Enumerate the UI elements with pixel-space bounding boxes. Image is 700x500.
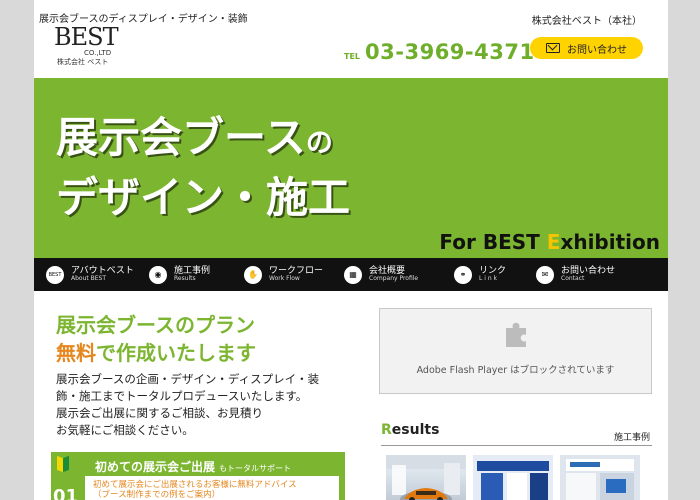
- nav-item-workflow[interactable]: ✋ ワークフロー Work Flow: [232, 258, 332, 291]
- camera-icon: ◉: [149, 265, 167, 284]
- nav-item-results[interactable]: ◉ 施工事例 Results: [137, 258, 232, 291]
- intro-heading-2-highlight: 無料: [56, 341, 96, 365]
- contact-button[interactable]: お問い合わせ: [530, 37, 643, 59]
- booth-photo-2: [473, 455, 553, 500]
- hero-title-line1-particle: の: [305, 128, 333, 159]
- box01-title-small: もトータルサポート: [219, 464, 292, 473]
- nav-item-sublabel: L i n k: [479, 275, 498, 283]
- nav-item-sublabel: Contact: [561, 275, 585, 283]
- result-thumbnail-1[interactable]: [386, 455, 466, 500]
- tel-number: 03-3969-4371: [365, 40, 535, 64]
- result-thumbnail-2[interactable]: [473, 455, 553, 500]
- nav-item-contact[interactable]: ✉ お問い合わせ Contact: [524, 258, 668, 291]
- site-header: 展示会ブースのディスプレイ・デザイン・装飾 BEST CO.,LTD 株式会社 …: [34, 0, 668, 78]
- intro-heading-1: 展示会ブースのプラン: [56, 313, 255, 337]
- hero-subtitle-prefix: For BEST: [439, 230, 547, 254]
- flash-placeholder[interactable]: Adobe Flash Player はブロックされています: [379, 308, 652, 394]
- main-content: 展示会ブースのプラン 無料で作成いたします 展示会ブースの企画・デザイン・ディス…: [34, 291, 668, 500]
- hero-title-line1: 展示会ブースの: [56, 104, 333, 165]
- logo-co-text: CO.,LTD: [84, 49, 112, 57]
- intro-paragraph: 展示会ブースの企画・デザイン・ディスプレイ・装 飾・施工までトータルプロデュース…: [56, 371, 356, 439]
- intro-line: 飾・施工までトータルプロデュースいたします。: [56, 389, 308, 403]
- page: 展示会ブースのディスプレイ・デザイン・装飾 BEST CO.,LTD 株式会社 …: [34, 0, 668, 500]
- box01-title-main: 初めての展示会ご出展: [95, 460, 216, 474]
- results-title-rest: esults: [391, 422, 440, 438]
- box01-line: 初めて展示会にご出展されるお客様に無料アドバイス: [93, 480, 297, 490]
- results-title-initial: R: [381, 422, 392, 438]
- box01-number: 01: [53, 486, 79, 500]
- box01-content: 初めて展示会にご出展されるお客様に無料アドバイス （ブース制作までの例をご案内）: [85, 476, 339, 500]
- global-nav: BEST アバウトベスト About BEST ◉ 施工事例 Results ✋ ワ…: [34, 258, 668, 291]
- intro-line: お気軽にご相談ください。: [56, 423, 194, 437]
- beginner-mark-icon: [57, 457, 69, 473]
- hero-title-line1-main: 展示会ブース: [56, 113, 306, 162]
- contact-button-label: お問い合わせ: [567, 44, 627, 56]
- logo-jp-text: 株式会社 ベスト: [57, 58, 109, 66]
- result-thumbnail-3[interactable]: [560, 455, 640, 500]
- box01-title: 初めての展示会ご出展 もトータルサポート: [95, 458, 291, 475]
- phone-number[interactable]: TEL 03-3969-4371: [344, 40, 535, 64]
- logo-main-text: BEST: [54, 23, 119, 51]
- link-icon: ⚭: [454, 265, 472, 284]
- hero-title-line2: デザイン・施工: [56, 173, 351, 222]
- best-logo-icon: BEST: [46, 265, 64, 284]
- nav-item-about[interactable]: BEST アバウトベスト About BEST: [34, 258, 137, 291]
- nav-item-sublabel: Results: [174, 275, 196, 283]
- nav-item-sublabel: Company Profile: [369, 275, 419, 283]
- mail-icon: [546, 43, 560, 53]
- building-icon: ▦: [344, 265, 362, 284]
- first-exhibit-support-box[interactable]: 初めての展示会ご出展 もトータルサポート 01 初めて展示会にご出展されるお客様に…: [51, 452, 345, 500]
- hero-subtitle: For BEST Exhibition: [439, 230, 660, 254]
- hand-icon: ✋: [244, 265, 262, 284]
- results-thumbnails: [386, 455, 640, 500]
- results-link[interactable]: 施工事例: [614, 430, 650, 443]
- nav-item-sublabel: Work Flow: [269, 275, 300, 283]
- intro-heading-2-rest: で作成いたします: [96, 341, 256, 365]
- tel-label: TEL: [344, 52, 361, 61]
- plugin-puzzle-icon: [506, 322, 526, 347]
- results-title: Results: [381, 422, 439, 438]
- nav-item-link[interactable]: ⚭ リンク L i n k: [442, 258, 524, 291]
- hero-banner: 展示会ブースの デザイン・施工 For BEST Exhibition: [34, 78, 668, 258]
- company-name: 株式会社ベスト（本社）: [531, 16, 642, 27]
- hero-subtitle-e: E: [546, 230, 561, 254]
- best-logo[interactable]: BEST CO.,LTD 株式会社 ベスト: [54, 23, 126, 66]
- mail-icon: ✉: [536, 265, 554, 284]
- intro-heading-2: 無料で作成いたします: [56, 337, 256, 366]
- intro-line: 展示会ご出展に関するご相談、お見積り: [56, 406, 263, 420]
- box01-line: （ブース制作までの例をご案内）: [93, 490, 221, 500]
- flash-blocked-message: Adobe Flash Player はブロックされています: [416, 365, 615, 376]
- results-header: Results 施工事例: [381, 422, 652, 446]
- nav-item-sublabel: About BEST: [71, 275, 107, 283]
- nav-item-company[interactable]: ▦ 会社概要 Company Profile: [332, 258, 442, 291]
- hero-subtitle-suffix: xhibition: [560, 230, 660, 254]
- booth-photo-1: [386, 455, 466, 500]
- intro-line: 展示会ブースの企画・デザイン・ディスプレイ・装: [56, 372, 320, 386]
- booth-photo-3: [560, 455, 640, 500]
